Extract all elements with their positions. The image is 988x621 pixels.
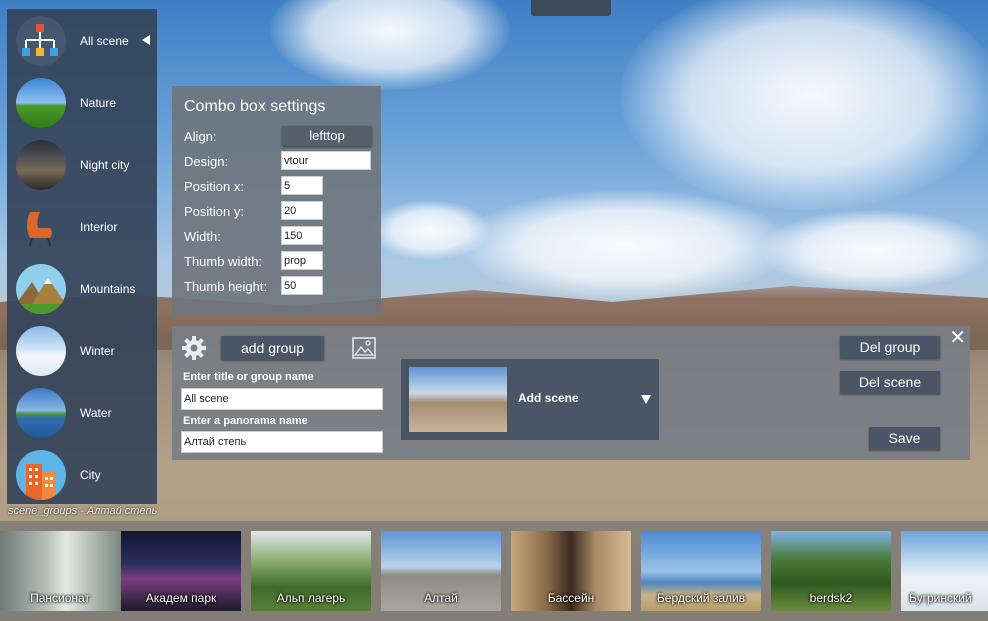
menu-item-nature[interactable]: Nature [7, 73, 157, 133]
menu-item-label: Night city [80, 158, 130, 172]
add-scene-label: Add scene [518, 391, 579, 405]
menu-item-all-scene[interactable]: All scene [7, 11, 157, 71]
group-title-label: Enter title or group name [183, 371, 314, 383]
close-icon[interactable]: ✕ [949, 328, 966, 348]
image-icon[interactable] [352, 337, 376, 359]
collapse-arrow-icon[interactable] [142, 35, 150, 45]
thumbnail-item[interactable]: Пансионат [0, 531, 120, 611]
position-x-input[interactable]: 5 [281, 176, 323, 195]
thumbnail-item[interactable]: Алтай [381, 531, 501, 611]
thumb-height-label: Thumb height: [184, 279, 268, 294]
align-label: Align: [184, 129, 217, 144]
scene-group-menu: All scene Nature Night city Interior Mou… [7, 9, 157, 504]
save-button[interactable]: Save [869, 427, 940, 450]
panorama-name-input[interactable]: Алтай степь [181, 431, 383, 453]
thumbnail-item[interactable]: Бугринский [901, 531, 988, 611]
dropdown-arrow-icon[interactable] [641, 395, 651, 404]
add-group-button[interactable]: add group [221, 336, 324, 360]
menu-item-label: Winter [80, 344, 115, 358]
menu-item-label: Water [80, 406, 112, 420]
menu-item-label: All scene [80, 34, 129, 48]
design-label: Design: [184, 154, 229, 169]
thumbnail-label: berdsk2 [809, 591, 853, 605]
thumbnail-label: Академ парк [145, 591, 217, 605]
width-label: Width: [184, 229, 221, 244]
winter-icon [16, 326, 66, 376]
panel-title: Combo box settings [184, 98, 326, 115]
menu-item-label: Interior [80, 220, 118, 234]
panorama-name-label: Enter a panorama name [183, 415, 308, 427]
position-x-label: Position x: [184, 179, 244, 194]
menu-item-label: Nature [80, 96, 117, 110]
menu-item-water[interactable]: Water [7, 383, 157, 443]
combo-box-settings-panel: Combo box settings Align: lefttop Design… [172, 86, 381, 315]
menu-item-winter[interactable]: Winter [7, 321, 157, 381]
menu-item-mountains[interactable]: Mountains [7, 259, 157, 319]
thumbnail-strip: Пансионат Академ парк Альп лагерь Алтай … [0, 521, 988, 621]
align-dropdown[interactable]: lefttop [282, 126, 372, 146]
thumbnail-item[interactable]: Альп лагерь [251, 531, 371, 611]
thumbnail-item[interactable]: berdsk2 [771, 531, 891, 611]
thumb-height-input[interactable]: 50 [281, 276, 323, 295]
thumb-width-label: Thumb width: [184, 254, 263, 269]
thumbnail-label: Бердский залив [656, 591, 746, 605]
scene-caption: scene_groups - Алтай стеnь [8, 505, 158, 517]
scene-thumbnail [409, 367, 507, 432]
group-editor-panel: add group Enter title or group name All … [172, 326, 970, 460]
width-input[interactable]: 150 [281, 226, 323, 245]
menu-item-label: City [80, 468, 101, 482]
thumbnail-label: Пансионат [30, 591, 90, 605]
thumbnail-label: Альп лагерь [276, 591, 346, 605]
thumb-width-input[interactable]: prop [281, 251, 323, 270]
menu-item-night-city[interactable]: Night city [7, 135, 157, 195]
position-y-label: Position y: [184, 204, 244, 219]
thumbnail-item[interactable]: Академ парк [121, 531, 241, 611]
thumbnail-label: Алтай [424, 591, 458, 605]
menu-item-label: Mountains [80, 282, 136, 296]
thumbnail-label: Бассейн [547, 591, 595, 605]
design-input[interactable]: vtour [281, 151, 371, 170]
del-scene-button[interactable]: Del scene [840, 371, 940, 394]
water-icon [16, 388, 66, 438]
del-group-button[interactable]: Del group [840, 336, 940, 359]
mountains-icon [16, 264, 66, 314]
chair-icon [16, 202, 66, 252]
gear-icon[interactable] [181, 335, 207, 361]
hierarchy-icon [16, 16, 66, 66]
add-scene-dropdown[interactable]: Add scene [401, 359, 659, 440]
top-toolbar-tab[interactable] [531, 0, 611, 16]
thumbnail-item[interactable]: Бердский залив [641, 531, 761, 611]
thumbnail-item[interactable]: Бассейн [511, 531, 631, 611]
thumbnail-label: Бугринский [909, 591, 972, 605]
group-title-input[interactable]: All scene [181, 388, 383, 410]
nature-icon [16, 78, 66, 128]
city-icon [16, 450, 66, 500]
menu-item-city[interactable]: City [7, 445, 157, 505]
menu-item-interior[interactable]: Interior [7, 197, 157, 257]
night-city-icon [16, 140, 66, 190]
position-y-input[interactable]: 20 [281, 201, 323, 220]
